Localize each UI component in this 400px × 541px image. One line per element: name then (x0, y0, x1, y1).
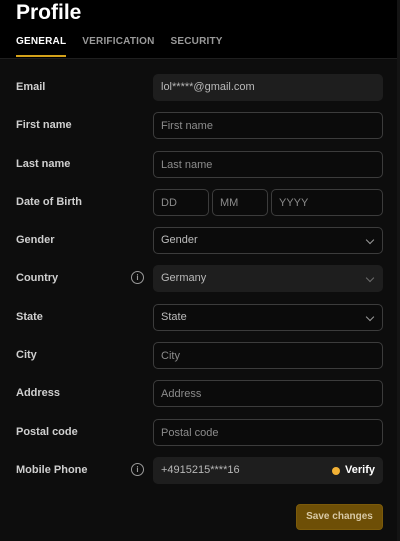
verify-label: Verify (345, 464, 375, 476)
gender-select[interactable]: Gender (153, 227, 383, 254)
city-label: City (16, 349, 37, 361)
postal-code-input[interactable] (153, 419, 383, 446)
postal-code-row: Postal code (0, 419, 400, 446)
city-row: City (0, 342, 400, 369)
save-changes-button[interactable]: Save changes (296, 504, 383, 530)
first-name-input[interactable] (153, 112, 383, 139)
postal-code-label: Postal code (16, 426, 78, 438)
dob-year-input[interactable] (271, 189, 383, 216)
last-name-row: Last name (0, 151, 400, 178)
dob-month-input[interactable] (212, 189, 268, 216)
first-name-row: First name (0, 112, 400, 139)
info-icon[interactable]: i (131, 271, 144, 284)
state-select-value: State (161, 311, 187, 323)
tab-general[interactable]: GENERAL (16, 36, 67, 57)
first-name-label: First name (16, 119, 72, 131)
email-label: Email (16, 81, 46, 93)
last-name-label: Last name (16, 158, 71, 170)
chevron-down-icon (365, 312, 375, 322)
country-select-value: Germany (161, 272, 207, 284)
country-select: Germany (153, 265, 383, 292)
tab-security[interactable]: SECURITY (171, 36, 223, 57)
verify-button[interactable]: Verify (332, 458, 375, 483)
profile-page: Profile GENERAL VERIFICATION SECURITY Em… (0, 0, 400, 541)
country-row: Country i Germany (0, 265, 400, 292)
state-select[interactable]: State (153, 304, 383, 331)
mobile-phone-row: Mobile Phone i +4915215****16 Verify (0, 457, 400, 484)
page-title: Profile (16, 1, 82, 24)
mobile-phone-field: +4915215****16 Verify (153, 457, 383, 484)
general-form-panel: Email lol*****@gmail.com First name Last… (0, 59, 400, 541)
address-input[interactable] (153, 380, 383, 407)
city-input[interactable] (153, 342, 383, 369)
address-row: Address (0, 380, 400, 407)
address-label: Address (16, 387, 61, 399)
state-row: State State (0, 304, 400, 331)
gender-label: Gender (16, 234, 55, 246)
profile-tabs: GENERAL VERIFICATION SECURITY (16, 36, 223, 57)
last-name-input[interactable] (153, 151, 383, 178)
dob-row: Date of Birth (0, 189, 400, 216)
info-icon[interactable]: i (131, 463, 144, 476)
email-row: Email lol*****@gmail.com (0, 74, 400, 101)
tab-verification[interactable]: VERIFICATION (82, 36, 154, 57)
gender-select-value: Gender (161, 234, 198, 246)
gender-row: Gender Gender (0, 227, 400, 254)
chevron-down-icon (365, 273, 375, 283)
state-label: State (16, 311, 43, 323)
chevron-down-icon (365, 235, 375, 245)
country-label: Country (16, 272, 59, 284)
mobile-phone-label: Mobile Phone (16, 464, 88, 476)
email-field: lol*****@gmail.com (153, 74, 383, 101)
status-dot-icon (332, 466, 341, 475)
mobile-phone-value: +4915215****16 (161, 464, 240, 476)
dob-label: Date of Birth (16, 196, 82, 208)
dob-day-input[interactable] (153, 189, 209, 216)
